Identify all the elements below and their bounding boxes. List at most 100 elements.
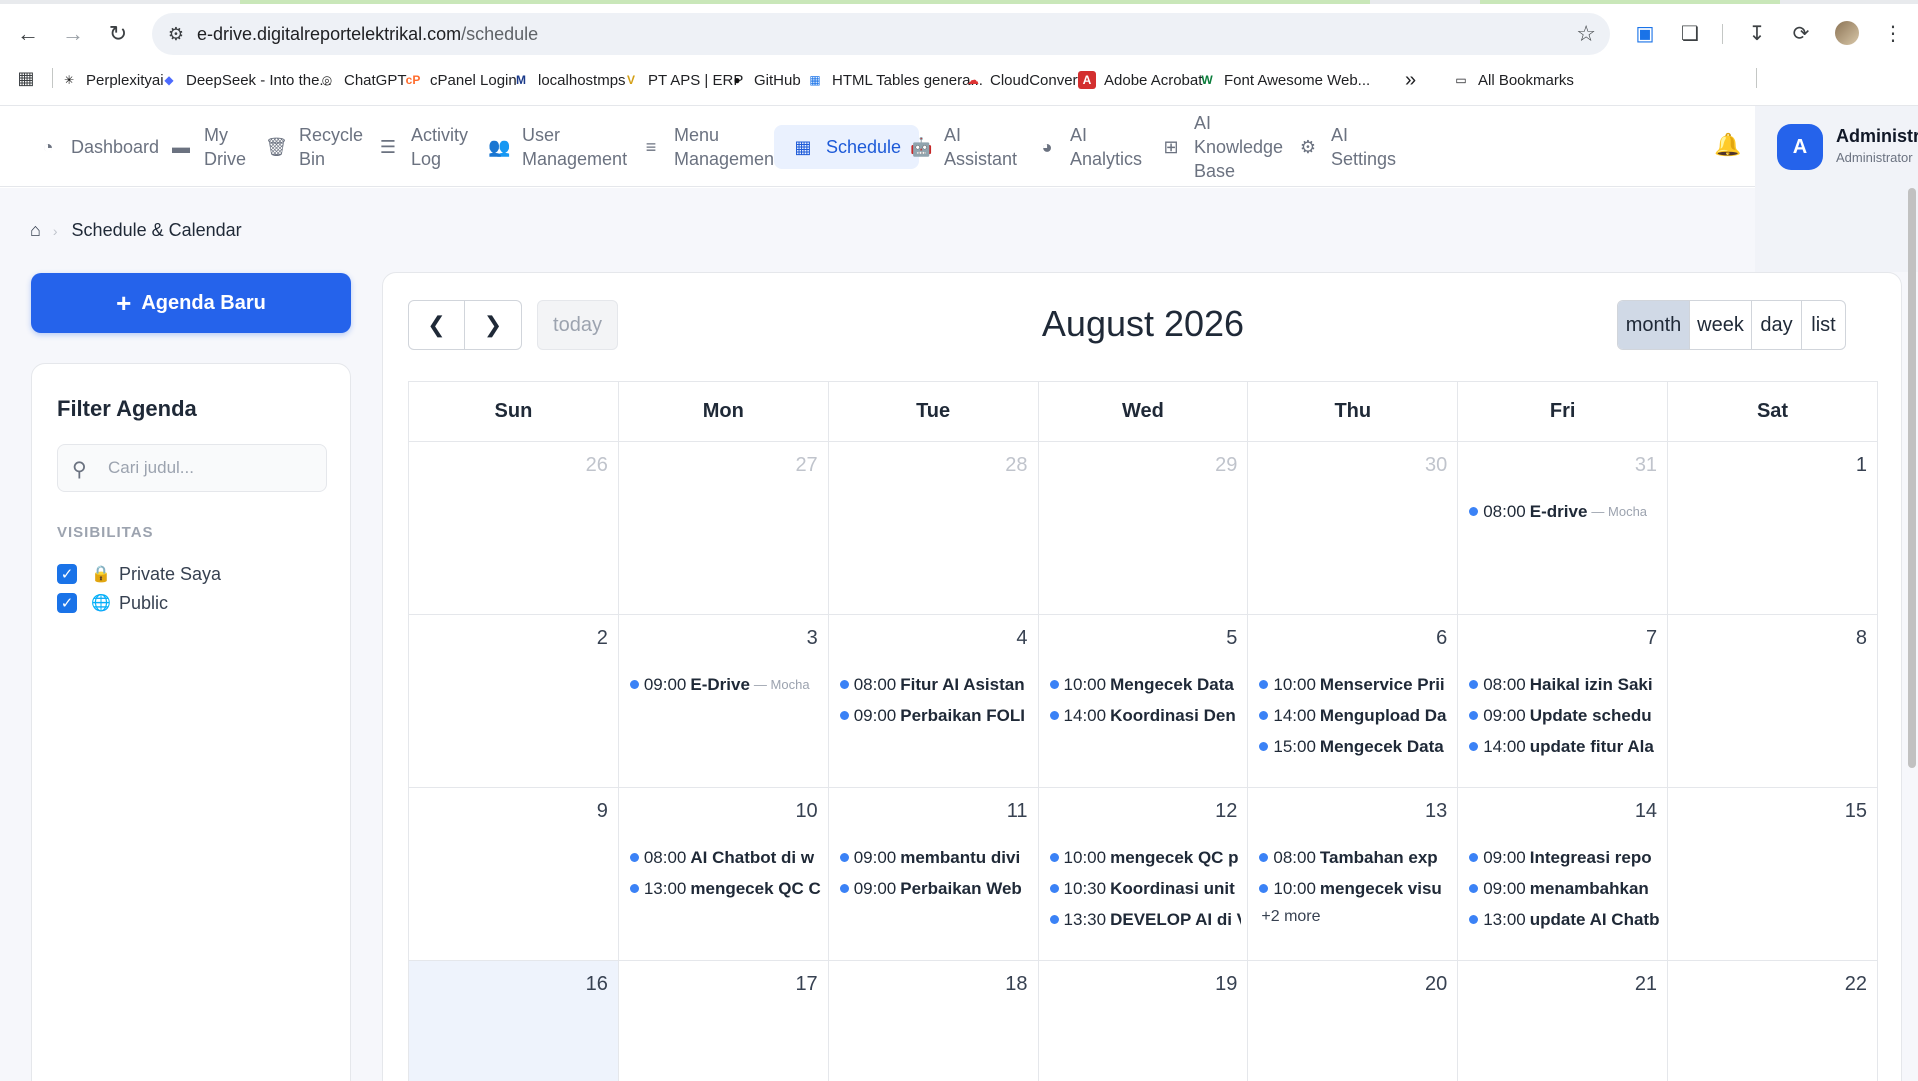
day-number[interactable]: 17 [795,973,817,996]
day-cell[interactable]: 19 [1037,960,1249,1081]
bookmark-aps[interactable]: V PT APS | ERP [622,68,743,92]
profile-avatar-icon[interactable] [1832,18,1862,48]
day-cell[interactable]: 5 10:00 Mengecek Data 14:00 Koordinasi Den [1037,614,1249,788]
day-number[interactable]: 26 [586,454,608,477]
day-number[interactable]: 28 [1005,454,1027,477]
more-bookmarks-icon[interactable]: » [1405,68,1416,92]
bookmark-acrobat[interactable]: A Adobe Acrobat [1078,68,1202,92]
day-number[interactable]: 14 [1635,800,1657,823]
view-month-button[interactable]: month [1618,301,1689,349]
day-cell[interactable]: 3 09:00 E-Drive — Mocha [617,614,829,788]
day-cell[interactable]: 15 [1667,787,1878,961]
day-number[interactable]: 2 [597,627,608,650]
day-cell[interactable]: 12 10:00 mengecek QC p 10:30 Koordinasi unit… [1037,787,1249,961]
address-bar[interactable]: ⚙ e-drive.digitalreportelektrikal.com/sc… [152,13,1610,55]
today-button[interactable]: today [537,300,618,350]
bookmark-github[interactable]: ● GitHub [728,68,800,92]
bookmark-cpanel[interactable]: cP cPanel Login [404,68,517,92]
site-info-icon[interactable]: ⚙ [164,22,188,46]
day-number[interactable]: 5 [1226,627,1237,650]
sync-icon[interactable]: ⟳ [1786,18,1816,48]
event-item[interactable]: 14:00 update fitur Ala [1469,731,1661,762]
nav-recycle-bin[interactable]: 🗑 Recycle Bin [265,106,363,187]
event-item[interactable]: 15:00 Mengecek Data [1259,731,1451,762]
event-item[interactable]: 08:00 AI Chatbot di w [629,842,822,873]
event-item[interactable]: 08:00 E-drive — Mocha [1469,496,1661,527]
avatar[interactable]: A [1777,124,1823,170]
day-number[interactable]: 21 [1635,973,1657,996]
event-item[interactable]: 09:00 Perbaikan FOLI [839,700,1032,731]
checkbox[interactable]: ✓ [57,593,77,613]
bookmark-cloudconvert[interactable]: ☁ CloudConvert [964,68,1082,92]
event-item[interactable]: 09:00 membantu divi [839,842,1032,873]
event-item[interactable]: 10:00 Menservice Prii [1259,669,1451,700]
day-number[interactable]: 12 [1215,800,1237,823]
bookmark-perplexity[interactable]: ✳ Perplexityai [60,68,164,92]
day-number[interactable]: 8 [1856,627,1867,650]
nav-ai-settings[interactable]: ⚙ AI Settings [1297,106,1396,187]
forward-icon[interactable]: → [55,16,91,52]
home-icon[interactable]: ⌂ [30,220,41,241]
prev-month-button[interactable]: ❮ [408,300,465,350]
day-cell[interactable]: 7 08:00 Haikal izin Saki 09:00 Update schedu… [1457,614,1669,788]
view-list-button[interactable]: list [1801,301,1845,349]
search-input[interactable] [108,455,318,481]
day-cell[interactable]: 10 08:00 AI Chatbot di w 13:00 mengecek QC C [617,787,829,961]
day-number[interactable]: 20 [1425,973,1447,996]
next-month-button[interactable]: ❯ [465,300,522,350]
event-item[interactable]: 08:00 Haikal izin Saki [1469,669,1661,700]
day-number[interactable]: 19 [1215,973,1237,996]
day-number[interactable]: 1 [1856,454,1867,477]
bell-icon[interactable]: 🔔 [1714,132,1741,158]
cast-icon[interactable]: ▣ [1630,18,1660,48]
day-cell[interactable]: 6 10:00 Menservice Prii 14:00 Mengupload Da 1… [1247,614,1459,788]
nav-user-management[interactable]: 👥 User Management [488,106,627,187]
extensions-icon[interactable]: ❏ [1675,18,1705,48]
nav-ai-analytics[interactable]: ◕ AI Analytics [1036,106,1142,187]
back-icon[interactable]: ← [10,16,46,52]
day-number[interactable]: 15 [1845,800,1867,823]
day-cell[interactable]: 9 [408,787,619,961]
day-number[interactable]: 11 [1007,800,1028,823]
event-item[interactable]: 09:00 Update schedu [1469,700,1661,731]
day-cell[interactable]: 17 [617,960,829,1081]
event-item[interactable]: 09:00 menambahkan [1469,873,1661,904]
day-number[interactable]: 4 [1016,627,1027,650]
event-item[interactable]: 13:00 mengecek QC C [629,873,822,904]
nav-ai-knowledge-base[interactable]: ⊞ AI Knowledge Base [1160,106,1283,187]
day-number[interactable]: 9 [597,800,608,823]
nav-menu-management[interactable]: ≡ Menu Management [640,106,779,187]
event-item[interactable]: 14:00 Mengupload Da [1259,700,1451,731]
nav-schedule[interactable]: ▦ Schedule [774,125,920,169]
day-cell[interactable]: 27 [617,441,829,615]
day-cell[interactable]: 26 [408,441,619,615]
bookmark-tables[interactable]: ▦ HTML Tables genera... [806,68,983,92]
day-number[interactable]: 13 [1425,800,1447,823]
day-cell[interactable]: 11 09:00 membantu divi 09:00 Perbaikan Web [827,787,1039,961]
day-cell[interactable]: 13 08:00 Tambahan exp 10:00 mengecek visu +2 … [1247,787,1459,961]
nav-my-drive[interactable]: ▬ My Drive [170,106,246,187]
nav-ai-assistant[interactable]: 🤖 AI Assistant [910,106,1017,187]
nav-dashboard[interactable]: ◔ Dashboard [37,106,160,187]
day-cell[interactable]: 8 [1667,614,1878,788]
event-item[interactable]: 13:30 DEVELOP AI di V [1049,904,1241,935]
day-cell[interactable]: 22 [1667,960,1878,1081]
checkbox[interactable]: ✓ [57,564,77,584]
day-cell[interactable]: 30 [1247,441,1459,615]
day-number[interactable]: 6 [1436,627,1447,650]
day-number[interactable]: 16 [586,973,608,996]
day-cell[interactable]: 14 09:00 Integreasi repo 09:00 menambahkan 13… [1457,787,1669,961]
nav-activity-log[interactable]: ☰ Activity Log [377,106,468,187]
event-item[interactable]: 14:00 Koordinasi Den [1049,700,1242,731]
more-events-link[interactable]: +2 more [1259,904,1451,930]
event-item[interactable]: 13:00 update AI Chatb [1469,904,1661,935]
chrome-menu-icon[interactable]: ⋮ [1878,18,1908,48]
event-item[interactable]: 08:00 Fitur AI Asistan [839,669,1032,700]
event-item[interactable]: 10:00 mengecek QC p [1049,842,1242,873]
day-cell[interactable]: 31 08:00 E-drive — Mocha [1457,441,1669,615]
day-cell[interactable]: 18 [827,960,1039,1081]
visibility-option-0[interactable]: ✓ 🔒 Private Saya [57,562,221,586]
day-cell[interactable]: 16 [408,960,619,1081]
day-number[interactable]: 30 [1425,454,1447,477]
bookmark-localhost[interactable]: Mlocalhostmps [512,68,626,92]
